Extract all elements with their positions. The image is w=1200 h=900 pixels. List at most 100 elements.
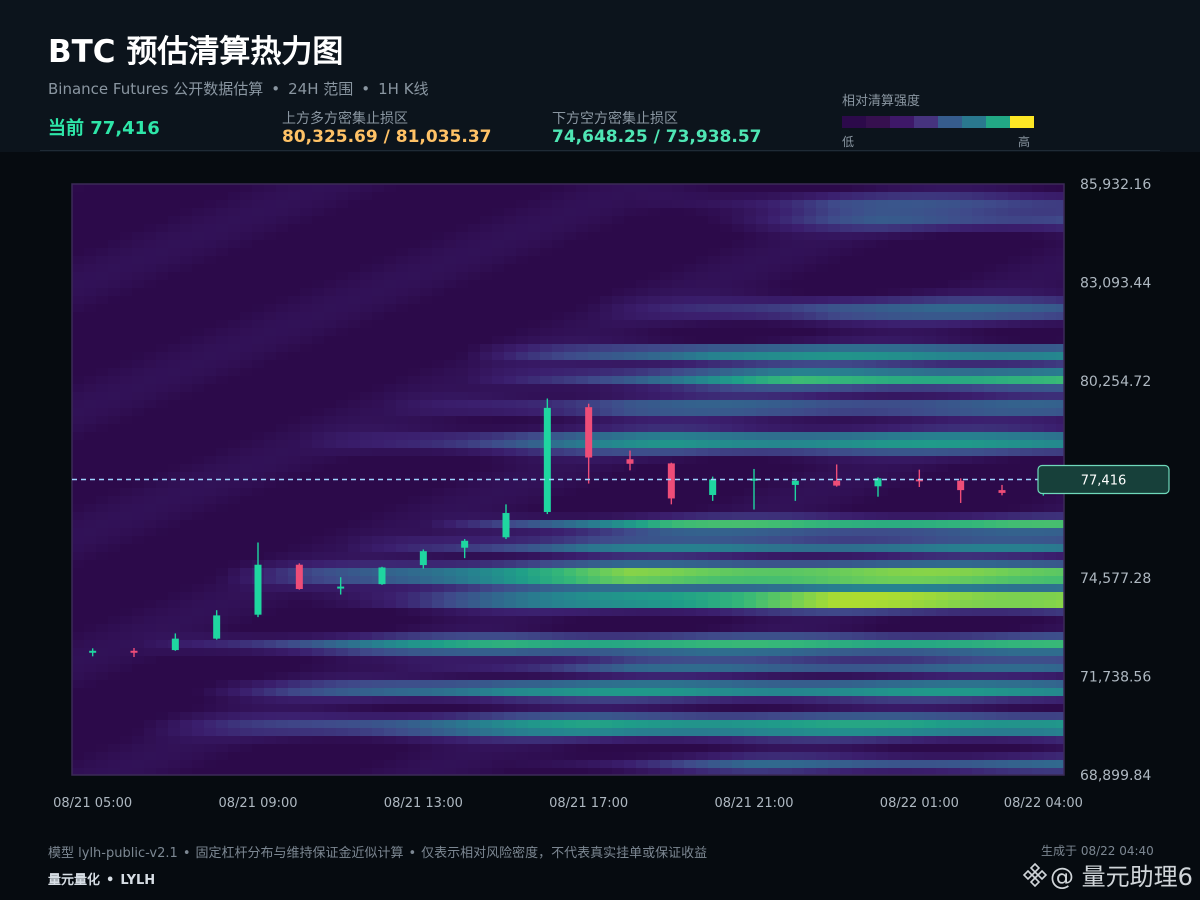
- heatmap-cell: [348, 296, 360, 304]
- heatmap-cell: [744, 224, 756, 232]
- heatmap-cell: [1056, 344, 1064, 352]
- heatmap-cell: [144, 616, 156, 624]
- heatmap-cell: [1044, 416, 1056, 424]
- heatmap-cell: [744, 272, 756, 280]
- heatmap-cell: [492, 336, 504, 344]
- heatmap-cell: [108, 208, 120, 216]
- heatmap-cell: [912, 288, 924, 296]
- heatmap-cell: [924, 624, 936, 632]
- heatmap-cell: [288, 528, 300, 536]
- heatmap-cell: [192, 432, 204, 440]
- heatmap-cell: [276, 264, 288, 272]
- heatmap-cell: [180, 240, 192, 248]
- heatmap-cell: [432, 272, 444, 280]
- heatmap-cell: [180, 304, 192, 312]
- heatmap-cell: [792, 448, 804, 456]
- heatmap-cell: [204, 656, 216, 664]
- heatmap-cell: [924, 320, 936, 328]
- heatmap-cell: [144, 264, 156, 272]
- heatmap-cell: [720, 280, 732, 288]
- heatmap-cell: [192, 480, 204, 488]
- heatmap-cell: [960, 312, 972, 320]
- heatmap-cell: [792, 288, 804, 296]
- heatmap-cell: [816, 464, 828, 472]
- heatmap-cell: [84, 184, 96, 192]
- heatmap-cell: [912, 536, 924, 544]
- heatmap-cell: [180, 328, 192, 336]
- heatmap-cell: [1032, 320, 1044, 328]
- heatmap-cell: [1008, 312, 1020, 320]
- heatmap-cell: [1056, 296, 1064, 304]
- heatmap-cell: [852, 288, 864, 296]
- heatmap-cell: [672, 216, 684, 224]
- heatmap-cell: [420, 544, 432, 552]
- heatmap-cell: [696, 616, 708, 624]
- heatmap-cell: [876, 336, 888, 344]
- heatmap-cell: [504, 464, 516, 472]
- heatmap-cell: [696, 224, 708, 232]
- heatmap-cell: [300, 600, 312, 608]
- heatmap-cell: [480, 344, 492, 352]
- heatmap-cell: [1056, 248, 1064, 256]
- heatmap-cell: [744, 280, 756, 288]
- heatmap-cell: [480, 336, 492, 344]
- heatmap-cell: [324, 424, 336, 432]
- heatmap-cell: [96, 376, 108, 384]
- heatmap-cell: [72, 216, 84, 224]
- heatmap-cell: [96, 632, 108, 640]
- heatmap-cell: [864, 328, 876, 336]
- heatmap-cell: [672, 304, 684, 312]
- heatmap-cell: [444, 520, 456, 528]
- heatmap-cell: [336, 440, 348, 448]
- heatmap-cell: [672, 320, 684, 328]
- heatmap-cell: [648, 520, 660, 528]
- heatmap-cell: [492, 312, 504, 320]
- heatmap-cell: [432, 408, 444, 416]
- heatmap-cell: [636, 352, 648, 360]
- heatmap-cell: [888, 504, 900, 512]
- heatmap-cell: [660, 616, 672, 624]
- heatmap-cell: [948, 344, 960, 352]
- heatmap-cell: [1020, 480, 1032, 488]
- heatmap-cell: [984, 224, 996, 232]
- heatmap-cell: [864, 232, 876, 240]
- heatmap-cell: [576, 560, 588, 568]
- heatmap-cell: [336, 624, 348, 632]
- heatmap-cell: [828, 552, 840, 560]
- heatmap-cell: [648, 288, 660, 296]
- heatmap-cell: [1008, 560, 1020, 568]
- heatmap-cell: [336, 192, 348, 200]
- heatmap-cell: [384, 256, 396, 264]
- heatmap-cell: [996, 200, 1008, 208]
- heatmap-cell: [732, 440, 744, 448]
- heatmap-cell: [684, 352, 696, 360]
- heatmap-cell: [588, 256, 600, 264]
- heatmap-cell: [768, 624, 780, 632]
- heatmap-cell: [300, 208, 312, 216]
- heatmap-cell: [120, 520, 132, 528]
- heatmap-cell: [792, 488, 804, 496]
- heatmap-cell: [660, 432, 672, 440]
- heatmap-cell: [660, 336, 672, 344]
- heatmap-cell: [828, 488, 840, 496]
- legend-swatch-4: [938, 116, 962, 128]
- heatmap-cell: [576, 296, 588, 304]
- heatmap-cell: [816, 232, 828, 240]
- heatmap-cell: [276, 240, 288, 248]
- heatmap-cell: [264, 232, 276, 240]
- heatmap-cell: [144, 648, 156, 656]
- heatmap-cell: [432, 232, 444, 240]
- heatmap-cell: [1056, 576, 1064, 584]
- heatmap-cell: [720, 528, 732, 536]
- heatmap-cell: [576, 632, 588, 640]
- heatmap-cell: [228, 600, 240, 608]
- heatmap-cell: [864, 520, 876, 528]
- heatmap-cell: [996, 504, 1008, 512]
- heatmap-cell: [912, 392, 924, 400]
- heatmap-cell: [444, 648, 456, 656]
- heatmap-cell: [648, 320, 660, 328]
- heatmap-cell: [312, 328, 324, 336]
- heatmap-cell: [156, 520, 168, 528]
- heatmap-cell: [72, 640, 84, 648]
- heatmap-cell: [360, 520, 372, 528]
